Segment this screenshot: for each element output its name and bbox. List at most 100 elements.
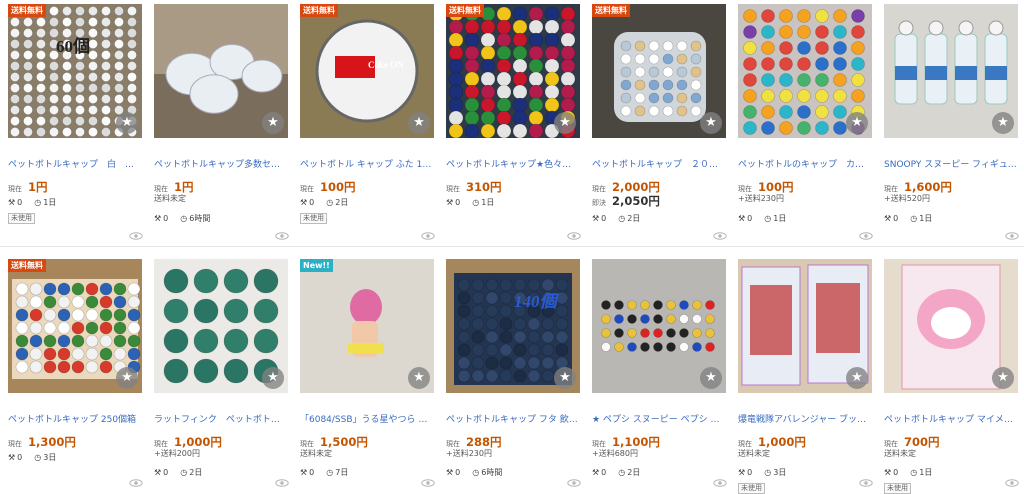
star-icon[interactable]: ★ (262, 367, 284, 389)
star-icon[interactable]: ★ (116, 112, 138, 134)
eye-icon[interactable] (713, 479, 727, 487)
current-price-label: 現在 (884, 185, 898, 193)
item-thumbnail[interactable]: ★ (884, 4, 1018, 138)
item-thumbnail[interactable]: 送料無料 ★ (8, 259, 142, 393)
auction-listing-grid: 送料無料 60個 ★ ペットボトルキャップ 白 十… 現在 1円 ⚒ 0 ◷ 1日 未使用 ★ ペット… (0, 0, 1024, 494)
item-title-link[interactable]: 爆竜戦隊アバレンジャー ブッシ… (738, 412, 872, 425)
item-title-link[interactable]: ペットボトル キャップ ふた 1個… (300, 157, 434, 170)
item-thumbnail[interactable]: 送料無料 60個 ★ (8, 4, 142, 138)
current-price-value: 2,000円 (612, 180, 660, 194)
listing-card[interactable]: ★ ペットボトルキャップ マイメロ… 現在 700円 送料未定 ⚒ 0 ◷ 1日 未使用 (876, 247, 1022, 494)
listing-card[interactable]: ★ 爆竜戦隊アバレンジャー ブッシ… 現在 1,000円 送料未定 ⚒ 0 ◷ 3日 未使用 (730, 247, 876, 494)
item-thumbnail[interactable]: 送料無料 ★ (592, 4, 726, 138)
listing-card[interactable]: New!! ★ 「6084/SSB」うる星やつら ラ… 現在 1,500円 送料未定 ⚒ 0 ◷… (292, 247, 438, 493)
star-icon[interactable]: ★ (262, 112, 284, 134)
item-title-link[interactable]: 「6084/SSB」うる星やつら ラ… (300, 412, 434, 425)
bid-count: 0 (309, 468, 315, 477)
current-price-label: 現在 (592, 185, 606, 193)
auction-meta: ⚒ 0 ◷ 1日 (8, 197, 142, 208)
current-price-value: 288円 (466, 435, 502, 449)
star-icon[interactable]: ★ (846, 112, 868, 134)
star-icon[interactable]: ★ (992, 112, 1014, 134)
eye-icon[interactable] (567, 232, 581, 240)
eye-icon[interactable] (859, 479, 873, 487)
current-price-value: 1,100円 (612, 435, 660, 449)
item-title-link[interactable]: ペットボトルキャップ多数セッ… (154, 157, 288, 170)
item-thumbnail[interactable]: ★ (884, 259, 1018, 393)
free-shipping-badge: 送料無料 (446, 4, 484, 17)
star-icon[interactable]: ★ (554, 112, 576, 134)
listing-card[interactable]: ★ ★ ペプシ スヌーピー ペプシ ペ… 現在 1,100円 +送料680円 ⚒ 0 ◷ 2日 (584, 247, 730, 493)
star-icon[interactable]: ★ (992, 367, 1014, 389)
auction-meta: ⚒ 0 ◷ 2日 (592, 467, 726, 478)
listing-card[interactable]: 送料無料 ★ ペットボトルキャップ★色々系… 現在 310円 ⚒ 0 ◷ 1日 (438, 0, 584, 246)
listing-card[interactable]: 送料無料 60個 ★ ペットボトルキャップ 白 十… 現在 1円 ⚒ 0 ◷ 1日 未使用 (0, 0, 146, 246)
item-title-link[interactable]: ペットボトルキャップ 白 十… (8, 157, 142, 170)
free-shipping-badge: 送料無料 (8, 4, 46, 17)
new-badge: New!! (300, 259, 333, 272)
item-thumbnail[interactable]: ★ (592, 259, 726, 393)
eye-icon[interactable] (1005, 479, 1019, 487)
item-title-link[interactable]: ペットボトルキャップ ２０リ… (592, 157, 726, 170)
listing-card[interactable]: ★ ペットボトルのキャップ カラ… 現在 100円 +送料230円 ⚒ 0 ◷ 1日 (730, 0, 876, 246)
item-thumbnail[interactable]: ★ (738, 259, 872, 393)
item-title-link[interactable]: ペットボトルのキャップ カラ… (738, 157, 872, 170)
item-thumbnail[interactable]: ★ (154, 259, 288, 393)
item-thumbnail[interactable]: New!! ★ (300, 259, 434, 393)
star-icon[interactable]: ★ (408, 367, 430, 389)
eye-icon[interactable] (567, 479, 581, 487)
listing-card[interactable]: 140個 ★ ペットボトルキャップ フタ 飲む… 現在 288円 +送料230円 ⚒ 0 ◷ 6時… (438, 247, 584, 493)
item-thumbnail[interactable]: 送料無料 Coke ON ★ (300, 4, 434, 138)
current-price-label: 現在 (154, 440, 168, 448)
star-icon[interactable]: ★ (846, 367, 868, 389)
eye-icon[interactable] (421, 232, 435, 240)
listing-card[interactable]: ★ ペットボトルキャップ多数セッ… 現在 1円 送料未定 ⚒ 0 ◷ 6時間 (146, 0, 292, 246)
shipping-info: +送料230円 (738, 194, 784, 203)
eye-icon[interactable] (129, 479, 143, 487)
eye-icon[interactable] (275, 232, 289, 240)
star-icon[interactable]: ★ (700, 112, 722, 134)
item-title-link[interactable]: ペットボトルキャップ フタ 飲む… (446, 412, 580, 425)
star-icon[interactable]: ★ (116, 367, 138, 389)
buy-now-label: 即決 (592, 199, 606, 207)
time-left: 1日 (773, 214, 787, 223)
listing-card[interactable]: 送料無料 Coke ON ★ ペットボトル キャップ ふた 1個… 現在 100円 ⚒ 0 ◷ 2… (292, 0, 438, 246)
time-left: 1日 (919, 214, 933, 223)
eye-icon[interactable] (859, 232, 873, 240)
item-title-link[interactable]: SNOOPY スヌーピー フィギュア… (884, 157, 1018, 170)
eye-icon[interactable] (713, 232, 727, 240)
eye-icon[interactable] (421, 479, 435, 487)
item-title-link[interactable]: ペットボトルキャップ マイメロ… (884, 412, 1018, 425)
star-icon[interactable]: ★ (700, 367, 722, 389)
item-title-link[interactable]: ペットボトルキャップ★色々系… (446, 157, 580, 170)
item-title-link[interactable]: ペットボトルキャップ 250個箱 (8, 412, 142, 425)
listing-card[interactable]: ★ ラットフィンク ペットボトル… 現在 1,000円 +送料200円 ⚒ 0 ◷ 2日 (146, 247, 292, 493)
item-title-link[interactable]: ★ ペプシ スヌーピー ペプシ ペ… (592, 412, 726, 425)
bid-count: 0 (163, 468, 169, 477)
shipping-info: 送料未定 (154, 194, 186, 203)
star-icon[interactable]: ★ (408, 112, 430, 134)
eye-icon[interactable] (129, 232, 143, 240)
gavel-icon: ⚒ (738, 214, 746, 223)
eye-icon[interactable] (1005, 232, 1019, 240)
item-thumbnail[interactable]: ★ (738, 4, 872, 138)
item-thumbnail[interactable]: 140個 ★ (446, 259, 580, 393)
item-title-link[interactable]: ラットフィンク ペットボトル… (154, 412, 288, 425)
item-thumbnail[interactable]: 送料無料 ★ (446, 4, 580, 138)
star-icon[interactable]: ★ (554, 367, 576, 389)
gavel-icon: ⚒ (300, 198, 308, 207)
auction-meta: ⚒ 0 ◷ 2日 (154, 467, 288, 478)
photo-overlay-text: 60個 (56, 37, 90, 56)
gavel-icon: ⚒ (300, 468, 308, 477)
auction-meta: ⚒ 0 ◷ 2日 (592, 213, 726, 224)
listing-card[interactable]: ★ SNOOPY スヌーピー フィギュア… 現在 1,600円 +送料520円 ⚒ 0 ◷ 1日 (876, 0, 1022, 246)
bid-count: 0 (601, 214, 607, 223)
current-price-value: 700円 (904, 435, 940, 449)
gavel-icon: ⚒ (8, 453, 16, 462)
condition-tag: 未使用 (738, 483, 765, 494)
time-left: 3日 (43, 453, 57, 462)
listing-card[interactable]: 送料無料 ★ ペットボトルキャップ ２０リ… 現在 2,000円 即決 2,050円 ⚒ 0 ◷ 2… (584, 0, 730, 246)
eye-icon[interactable] (275, 479, 289, 487)
listing-card[interactable]: 送料無料 ★ ペットボトルキャップ 250個箱 現在 1,300円 ⚒ 0 ◷ 3日 (0, 247, 146, 493)
item-thumbnail[interactable]: ★ (154, 4, 288, 138)
